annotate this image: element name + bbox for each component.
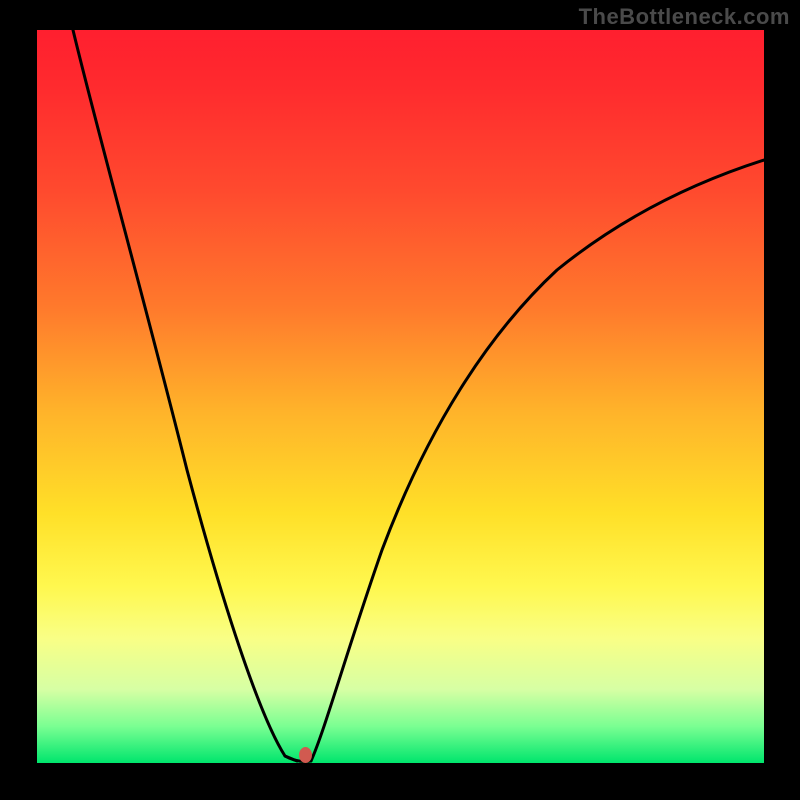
- chart-frame: TheBottleneck.com: [0, 0, 800, 800]
- curve-right-branch: [311, 160, 764, 761]
- optimal-point-marker: [299, 747, 312, 763]
- watermark-text: TheBottleneck.com: [579, 4, 790, 30]
- bottleneck-curve: [37, 30, 764, 763]
- plot-area: [37, 30, 764, 763]
- curve-left-branch: [73, 30, 297, 761]
